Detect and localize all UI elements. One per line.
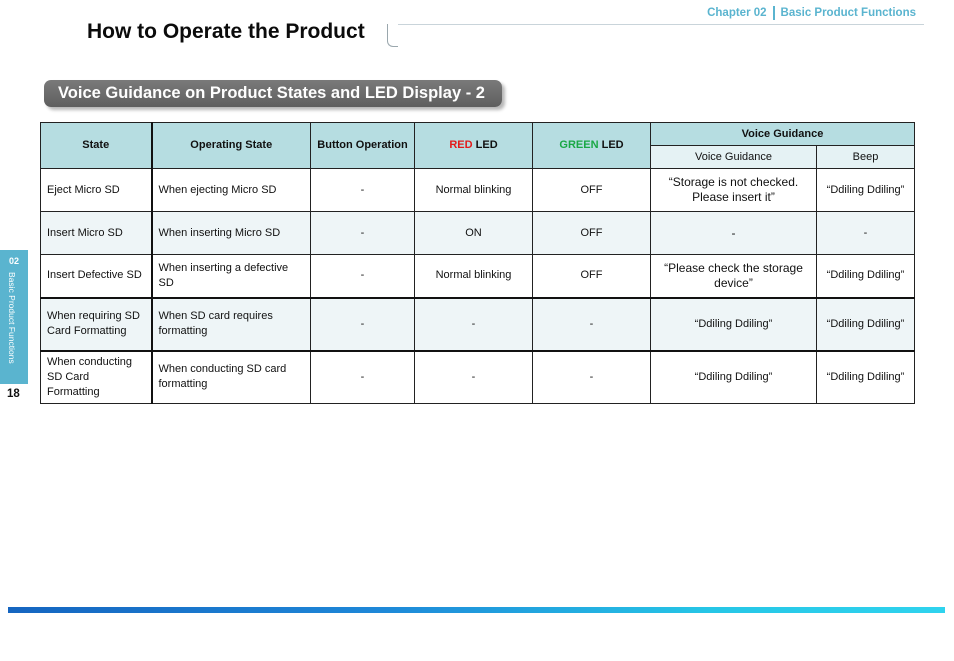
cell-voice: “Ddiling Ddiling” xyxy=(650,297,817,351)
green-word: GREEN xyxy=(559,139,599,151)
cell-beep: “Ddiling Ddiling” xyxy=(816,350,915,404)
cell-beep: “Ddiling Ddiling” xyxy=(816,168,915,212)
header-voice-guidance-group: Voice Guidance xyxy=(650,122,915,146)
cell-operating: When inserting Micro SD xyxy=(150,211,311,255)
header-operating-state: Operating State xyxy=(150,122,311,169)
cell-green-led: - xyxy=(532,297,651,351)
cell-button: - xyxy=(310,211,415,255)
cell-beep: - xyxy=(816,211,915,255)
page-title: How to Operate the Product xyxy=(87,20,365,43)
page-number: 18 xyxy=(7,388,20,400)
cell-voice: - xyxy=(650,211,817,255)
chapter-divider xyxy=(772,6,775,20)
cell-voice: “Ddiling Ddiling” xyxy=(650,350,817,404)
cell-green-led: - xyxy=(532,350,651,404)
cell-button: - xyxy=(310,168,415,212)
footer-gradient-bar xyxy=(8,607,945,613)
header-green-led: GREEN LED xyxy=(532,122,651,169)
chapter-side-tab: 02 Basic Product Functions xyxy=(0,250,28,384)
header-beep: Beep xyxy=(816,145,915,169)
cell-button: - xyxy=(310,297,415,351)
table-row: Eject Micro SD When ejecting Micro SD - … xyxy=(40,168,915,212)
cell-voice: “Please check the storage device” xyxy=(650,254,817,298)
table-row: Insert Defective SD When inserting a def… xyxy=(40,254,915,298)
cell-state: Eject Micro SD xyxy=(40,168,152,212)
led-word: LED xyxy=(475,139,498,151)
header-state: State xyxy=(40,122,152,169)
cell-green-led: OFF xyxy=(532,254,651,298)
cell-button: - xyxy=(310,350,415,404)
cell-red-led: - xyxy=(414,350,533,404)
led-voice-table: State Operating State Button Operation R… xyxy=(40,122,915,404)
cell-red-led: - xyxy=(414,297,533,351)
header-button-operation: Button Operation xyxy=(310,122,415,169)
red-word: RED xyxy=(449,139,473,151)
cell-operating: When conducting SD card formatting xyxy=(150,350,311,404)
side-tab-label: Basic Product Functions xyxy=(7,272,17,364)
cell-red-led: Normal blinking xyxy=(414,168,533,212)
table-row: When conducting SD Card Formatting When … xyxy=(40,350,915,404)
cell-voice: “Storage is not checked. Please insert i… xyxy=(650,168,817,212)
side-tab-number: 02 xyxy=(8,256,19,266)
led-word: LED xyxy=(601,139,624,151)
chapter-label: Chapter 02 xyxy=(707,7,767,19)
header-rule xyxy=(398,24,924,25)
table-row: When requiring SD Card Formatting When S… xyxy=(40,297,915,351)
header-red-led: RED LED xyxy=(414,122,533,169)
cell-green-led: OFF xyxy=(532,211,651,255)
cell-red-led: ON xyxy=(414,211,533,255)
banner-title: Voice Guidance on Product States and LED… xyxy=(58,84,485,102)
section-banner: Voice Guidance on Product States and LED… xyxy=(44,80,502,107)
cell-beep: “Ddiling Ddiling” xyxy=(816,297,915,351)
cell-state: Insert Micro SD xyxy=(40,211,152,255)
cell-green-led: OFF xyxy=(532,168,651,212)
cell-state: When requiring SD Card Formatting xyxy=(40,297,152,351)
section-label: Basic Product Functions xyxy=(780,7,916,19)
cell-operating: When ejecting Micro SD xyxy=(150,168,311,212)
cell-beep: “Ddiling Ddiling” xyxy=(816,254,915,298)
cell-state: Insert Defective SD xyxy=(40,254,152,298)
cell-state: When conducting SD Card Formatting xyxy=(40,350,152,404)
header-hook-decoration xyxy=(387,24,398,47)
cell-operating: When inserting a defective SD xyxy=(150,254,311,298)
header-voice-guidance: Voice Guidance xyxy=(650,145,817,169)
cell-button: - xyxy=(310,254,415,298)
cell-operating: When SD card requires formatting xyxy=(150,297,311,351)
table-row: Insert Micro SD When inserting Micro SD … xyxy=(40,211,915,255)
chapter-header: Chapter 02 Basic Product Functions xyxy=(707,6,916,20)
cell-red-led: Normal blinking xyxy=(414,254,533,298)
